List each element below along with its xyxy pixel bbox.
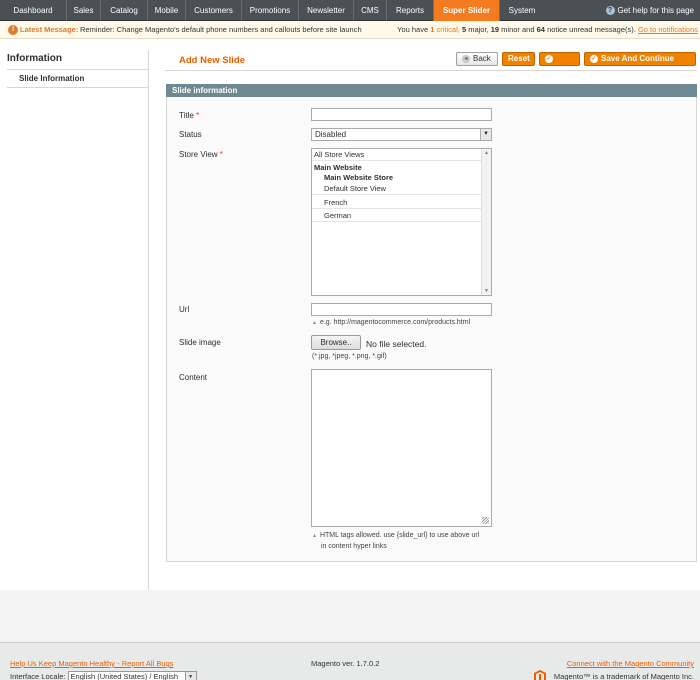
nav-reports[interactable]: Reports — [387, 0, 434, 21]
footer: Help Us Keep Magento Healthy - Report Al… — [0, 642, 700, 680]
store-view-multiselect[interactable]: All Store Views Main Website Main Websit… — [311, 148, 492, 296]
title-input[interactable] — [311, 108, 492, 121]
sidebar: Information Slide Information — [7, 50, 149, 88]
alert-icon: ! — [8, 25, 18, 35]
sidebar-title: Information — [7, 50, 149, 70]
nav-cms[interactable]: CMS — [354, 0, 387, 21]
nav-super-slider[interactable]: Super Slider — [434, 0, 500, 21]
report-bugs-link[interactable]: Help Us Keep Magento Healthy - Report Al… — [10, 659, 173, 668]
content-note: ▲ HTML tags allowed. use {slide_url} to u… — [312, 532, 480, 539]
store-option-default[interactable]: Default Store View — [312, 183, 482, 195]
go-to-notifications-link[interactable]: Go to notifications — [638, 25, 698, 34]
page-title: Add New Slide — [179, 55, 245, 66]
store-option-german[interactable]: German — [312, 210, 482, 222]
nav-promotions[interactable]: Promotions — [242, 0, 299, 21]
save-button[interactable]: ✓Save — [539, 52, 580, 75]
content-textarea[interactable] — [311, 369, 492, 527]
store-option-french[interactable]: French — [312, 197, 482, 209]
scrollbar[interactable]: ▲ ▼ — [481, 149, 491, 295]
notification-bar: ! Latest Message: Reminder: Change Magen… — [0, 21, 700, 39]
nav-system[interactable]: System — [500, 0, 544, 21]
resize-grip-icon[interactable] — [482, 517, 489, 524]
title-label: Title * — [179, 111, 200, 120]
nav-catalog[interactable]: Catalog — [101, 0, 148, 21]
nav-sales[interactable]: Sales — [67, 0, 101, 21]
nav-dashboard[interactable]: Dashboard — [0, 0, 67, 21]
browse-button[interactable]: Browse.. — [311, 335, 361, 350]
save-and-continue-button[interactable]: ✓Save And Continue Edit — [584, 52, 696, 75]
store-option-all[interactable]: All Store Views — [312, 149, 482, 161]
reset-button[interactable]: Reset — [502, 52, 535, 66]
content-note-2: in content hyper links — [321, 543, 387, 550]
chevron-down-icon: ▼ — [480, 129, 491, 140]
help-link[interactable]: ? Get help for this page — [605, 0, 695, 21]
footer-band — [0, 590, 700, 642]
header-divider — [165, 70, 697, 71]
help-icon: ? — [605, 6, 615, 16]
slide-image-label: Slide image — [179, 338, 221, 347]
note-arrow-icon: ▲ — [312, 320, 317, 326]
back-button[interactable]: ◂ Back — [456, 52, 498, 66]
url-input[interactable] — [311, 303, 492, 316]
url-label: Url — [179, 305, 190, 314]
fieldset-title: Slide information — [166, 84, 697, 97]
status-value: Disabled — [315, 130, 347, 139]
chevron-down-icon: ▼ — [184, 672, 196, 680]
sidebar-divider — [148, 50, 149, 590]
version-text: Magento ver. 1.7.0.2 — [311, 659, 380, 668]
image-note: (*.jpg, *jpeg, *.png, *.gif) — [312, 353, 387, 360]
check-icon: ✓ — [590, 54, 598, 63]
help-label: Get help for this page — [617, 6, 695, 15]
scroll-up-icon[interactable]: ▲ — [482, 150, 491, 156]
trademark-text: Magento™ is a trademark of Magento Inc. — [553, 672, 694, 680]
top-nav: Dashboard Sales Catalog Mobile Customers… — [0, 0, 700, 21]
url-note: ▲ e.g. http://magentocommerce.com/product… — [312, 319, 471, 326]
tab-slide-information[interactable]: Slide Information — [7, 70, 149, 88]
status-label: Status — [179, 130, 202, 139]
magento-logo-icon — [534, 670, 546, 680]
notice-summary: You have 1 critical, 5 major, 19 minor a… — [397, 25, 698, 34]
store-view-label: Store View * — [179, 150, 223, 159]
nav-newsletter[interactable]: Newsletter — [299, 0, 354, 21]
note-arrow-icon: ▲ — [312, 533, 317, 539]
interface-locale: Interface Locale: English (United States… — [10, 671, 197, 680]
community-link[interactable]: Connect with the Magento Community — [567, 659, 694, 668]
no-file-text: No file selected. — [366, 339, 427, 349]
locale-select[interactable]: English (United States) / English ▼ — [67, 671, 197, 680]
content-label: Content — [179, 373, 208, 382]
back-icon: ◂ — [462, 54, 470, 63]
latest-message-text: Reminder: Change Magento's default phone… — [80, 25, 362, 34]
nav-customers[interactable]: Customers — [186, 0, 242, 21]
check-icon: ✓ — [545, 54, 553, 63]
status-select[interactable]: Disabled ▼ — [311, 128, 492, 141]
nav-mobile[interactable]: Mobile — [148, 0, 186, 21]
scroll-down-icon[interactable]: ▼ — [482, 288, 491, 294]
latest-message-label: Latest Message: — [20, 25, 79, 34]
